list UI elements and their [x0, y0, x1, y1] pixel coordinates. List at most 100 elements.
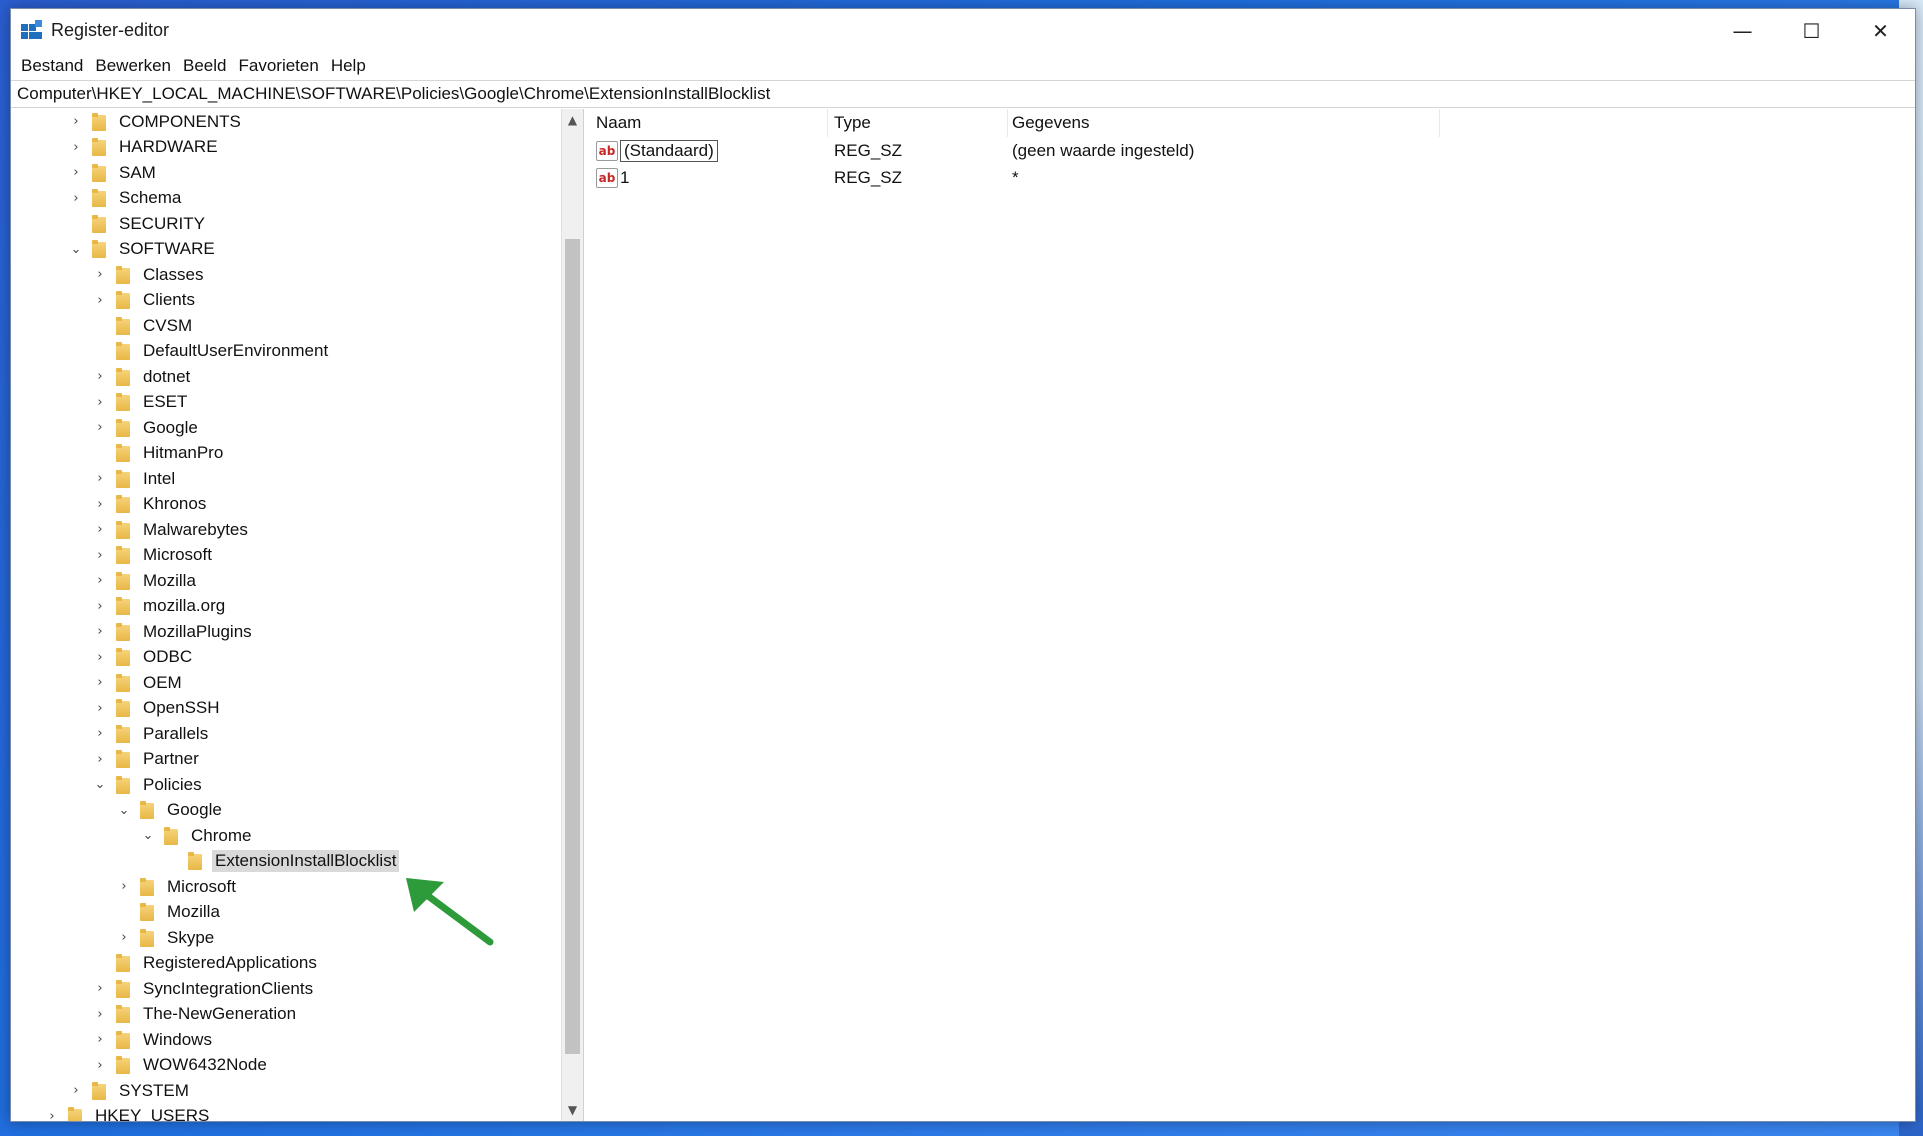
tree-item[interactable]: › Classes	[92, 262, 206, 288]
chevron-right-icon[interactable]: ›	[92, 726, 108, 742]
chevron-right-icon[interactable]: ›	[92, 369, 108, 385]
chevron-right-icon[interactable]: ›	[92, 1032, 108, 1048]
menu-bewerken[interactable]: Bewerken	[89, 56, 177, 76]
title-bar: Register-editor — ☐ ✕	[11, 9, 1915, 52]
chevron-right-icon[interactable]: ›	[92, 471, 108, 487]
tree-item[interactable]: CVSM	[92, 313, 195, 339]
folder-icon	[116, 699, 130, 718]
tree-item[interactable]: › Skype	[116, 925, 217, 951]
chevron-right-icon[interactable]: ›	[44, 1108, 60, 1121]
column-header-data[interactable]: Gegevens	[1008, 109, 1440, 137]
chevron-right-icon[interactable]: ›	[92, 624, 108, 640]
chevron-right-icon[interactable]: ›	[92, 573, 108, 589]
menu-help[interactable]: Help	[325, 56, 372, 76]
tree-item[interactable]: › ODBC	[92, 645, 195, 671]
chevron-right-icon[interactable]: ›	[92, 1057, 108, 1073]
chevron-right-icon[interactable]: ›	[116, 879, 132, 895]
chevron-right-icon[interactable]: ›	[68, 165, 84, 181]
tree-item[interactable]: › MozillaPlugins	[92, 619, 255, 645]
tree-item[interactable]: › Microsoft	[92, 543, 215, 569]
chevron-down-icon[interactable]: ⌄	[116, 802, 132, 818]
tree-item[interactable]: DefaultUserEnvironment	[92, 339, 331, 365]
tree-item[interactable]: ⌄ Google	[116, 798, 225, 824]
chevron-down-icon[interactable]: ⌄	[140, 828, 156, 844]
tree-item[interactable]: › mozilla.org	[92, 594, 228, 620]
tree-item[interactable]: › ESET	[92, 390, 190, 416]
chevron-right-icon[interactable]: ›	[92, 751, 108, 767]
tree-item[interactable]: › OpenSSH	[92, 696, 223, 722]
tree-item[interactable]: › WOW6432Node	[92, 1053, 270, 1079]
chevron-right-icon[interactable]: ›	[92, 420, 108, 436]
menu-beeld[interactable]: Beeld	[177, 56, 232, 76]
chevron-right-icon[interactable]: ›	[68, 114, 84, 130]
tree-item[interactable]: SECURITY	[68, 211, 208, 237]
folder-icon	[116, 1005, 130, 1024]
tree-item-label: Mozilla	[143, 570, 196, 590]
column-header-name[interactable]: Naam	[592, 109, 828, 137]
tree-item[interactable]: › Partner	[92, 747, 202, 773]
scroll-thumb[interactable]	[565, 239, 580, 1054]
tree-item-label: HARDWARE	[119, 137, 218, 157]
tree-item[interactable]: ExtensionInstallBlocklist	[164, 849, 400, 875]
tree-item[interactable]: › Malwarebytes	[92, 517, 251, 543]
chevron-right-icon[interactable]: ›	[68, 190, 84, 206]
chevron-right-icon[interactable]: ›	[92, 675, 108, 691]
tree-item[interactable]: › OEM	[92, 670, 185, 696]
tree-item[interactable]: › COMPONENTS	[68, 109, 244, 135]
tree-item[interactable]: › SAM	[68, 160, 159, 186]
tree-item[interactable]: › Schema	[68, 186, 184, 212]
chevron-right-icon[interactable]: ›	[92, 981, 108, 997]
tree-item[interactable]: ⌄ SOFTWARE	[68, 237, 218, 263]
scroll-up-icon[interactable]: ▲	[562, 109, 583, 131]
chevron-right-icon[interactable]: ›	[68, 1083, 84, 1099]
tree-item[interactable]: › SyncIntegrationClients	[92, 976, 316, 1002]
address-bar[interactable]: Computer\HKEY_LOCAL_MACHINE\SOFTWARE\Pol…	[11, 80, 1915, 108]
menu-favorieten[interactable]: Favorieten	[232, 56, 324, 76]
tree-item[interactable]: › The-NewGeneration	[92, 1002, 299, 1028]
tree-item[interactable]: RegisteredApplications	[92, 951, 320, 977]
tree-item[interactable]: HitmanPro	[92, 441, 226, 467]
menu-bestand[interactable]: Bestand	[15, 56, 89, 76]
minimize-button[interactable]: —	[1708, 9, 1777, 52]
tree-item[interactable]: › Clients	[92, 288, 198, 314]
tree-item[interactable]: Mozilla	[116, 900, 223, 926]
chevron-right-icon[interactable]: ›	[92, 394, 108, 410]
chevron-right-icon[interactable]: ›	[92, 496, 108, 512]
chevron-right-icon[interactable]: ›	[92, 547, 108, 563]
tree-item[interactable]: › HARDWARE	[68, 135, 221, 161]
close-button[interactable]: ✕	[1846, 9, 1915, 52]
chevron-right-icon[interactable]: ›	[92, 700, 108, 716]
value-data: (geen waarde ingesteld)	[1012, 140, 1195, 160]
maximize-button[interactable]: ☐	[1777, 9, 1846, 52]
value-row[interactable]: ab (Standaard) REG_SZ (geen waarde inges…	[592, 137, 1915, 164]
tree-item[interactable]: › dotnet	[92, 364, 193, 390]
chevron-right-icon[interactable]: ›	[116, 930, 132, 946]
tree-item-label: Intel	[143, 468, 176, 488]
tree-item[interactable]: ⌄ Policies	[92, 772, 205, 798]
chevron-right-icon[interactable]: ›	[68, 139, 84, 155]
tree-item[interactable]: › Khronos	[92, 492, 209, 518]
chevron-right-icon[interactable]: ›	[92, 267, 108, 283]
value-row[interactable]: ab 1 REG_SZ *	[592, 164, 1915, 191]
folder-icon	[116, 342, 130, 361]
chevron-down-icon[interactable]: ⌄	[92, 777, 108, 793]
tree-item[interactable]: › SYSTEM	[68, 1078, 192, 1104]
tree-scrollbar[interactable]: ▲ ▼	[561, 109, 583, 1121]
tree-item[interactable]: › Google	[92, 415, 201, 441]
tree-item[interactable]: › Parallels	[92, 721, 211, 747]
tree-item[interactable]: › HKEY_USERS	[44, 1104, 212, 1121]
tree-item[interactable]: › Microsoft	[116, 874, 239, 900]
tree-item[interactable]: › Mozilla	[92, 568, 199, 594]
column-header-type[interactable]: Type	[828, 109, 1008, 137]
chevron-right-icon[interactable]: ›	[92, 649, 108, 665]
tree-item[interactable]: › Intel	[92, 466, 178, 492]
chevron-right-icon[interactable]: ›	[92, 292, 108, 308]
tree-item[interactable]: ⌄ Chrome	[140, 823, 254, 849]
window-title: Register-editor	[51, 20, 170, 40]
chevron-right-icon[interactable]: ›	[92, 598, 108, 614]
chevron-right-icon[interactable]: ›	[92, 1006, 108, 1022]
scroll-down-icon[interactable]: ▼	[562, 1099, 583, 1121]
tree-item[interactable]: › Windows	[92, 1027, 215, 1053]
chevron-right-icon[interactable]: ›	[92, 522, 108, 538]
chevron-down-icon[interactable]: ⌄	[68, 241, 84, 257]
